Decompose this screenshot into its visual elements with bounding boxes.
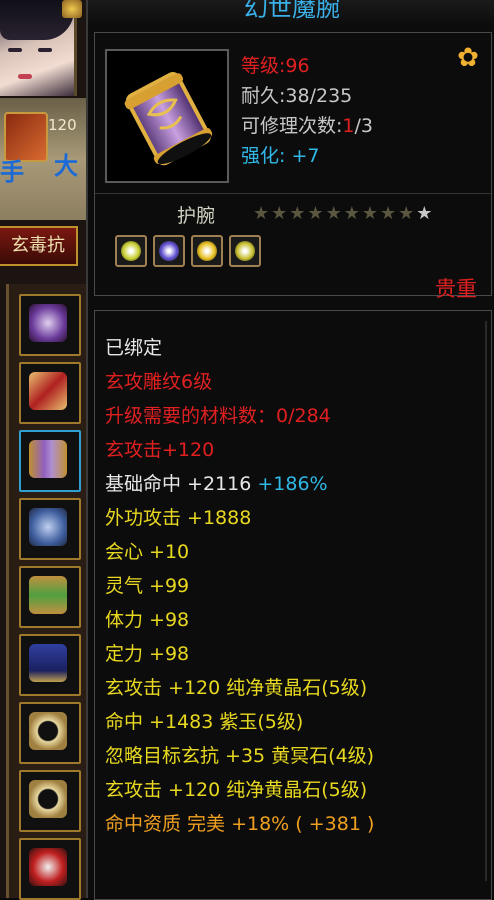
equip-slot-amulet[interactable] <box>19 838 81 900</box>
ring-icon <box>29 712 67 750</box>
equip-slot-gloves[interactable] <box>19 498 81 560</box>
aptitude-line: 命中资质 完美 +18% ( +381 ) <box>105 813 375 835</box>
bracer-icon <box>29 440 67 478</box>
target-name-right: 大 <box>54 152 78 180</box>
star-icon: ★ <box>416 203 435 224</box>
bracer-item-icon <box>124 72 213 166</box>
item-rarity: 贵重 <box>435 277 477 301</box>
equip-slot-ring-2[interactable] <box>19 770 81 832</box>
carve-level: 玄攻雕纹6级 <box>105 371 213 393</box>
belt-icon <box>29 576 67 614</box>
repair-label: 可修理次数: <box>241 115 343 137</box>
item-name: 幻世魔腕 <box>88 0 494 26</box>
item-tooltip: 幻世魔腕 等级:96 耐久:38/235 可修理次数:1/3 强化: +7 ✿ … <box>86 0 494 900</box>
gem-line-3: 忽略目标玄抗 +35 黄冥石(4级) <box>105 745 375 767</box>
star-icon: ★ <box>307 203 326 224</box>
portrait-eye-right <box>38 48 52 52</box>
enhance-value: +7 <box>291 145 320 167</box>
upgrade-requirement: 升级需要的材料数：0/284 <box>105 405 331 427</box>
portrait-lips <box>18 74 32 79</box>
gloves-icon <box>29 508 67 546</box>
star-icon: ★ <box>271 203 290 224</box>
base-hit-line: 基础命中 +2116 +186% <box>105 467 374 501</box>
item-stats-box: 已绑定 玄攻雕纹6级 升级需要的材料数：0/284 玄攻击+120 基础命中 +… <box>94 310 492 900</box>
star-rating: ★★★★★★★★★★ <box>253 203 434 224</box>
gem-line-1: 玄攻击 +120 纯净黄晶石(5级) <box>105 677 368 699</box>
left-sidebar: 120 手 大 玄毒抗 <box>0 0 89 900</box>
gem-icon <box>197 241 217 261</box>
portrait-eye-left <box>8 48 22 52</box>
item-enhance: 强化: +7 <box>241 141 373 171</box>
target-panel: 120 手 大 <box>0 98 86 220</box>
header-divider <box>95 193 491 194</box>
carve-bonus: 玄攻击+120 <box>105 439 215 461</box>
star-icon: ★ <box>343 203 362 224</box>
necklace-icon <box>29 304 67 342</box>
item-durability: 耐久:38/235 <box>241 85 353 107</box>
gem-socket[interactable] <box>153 235 185 267</box>
item-info: 等级:96 耐久:38/235 可修理次数:1/3 强化: +7 <box>241 51 373 171</box>
gem-line-4: 玄攻击 +120 纯净黄晶石(5级) <box>105 779 368 801</box>
target-level: 120 <box>48 116 77 134</box>
bound-status: 已绑定 <box>105 337 163 359</box>
item-stats: 已绑定 玄攻雕纹6级 升级需要的材料数：0/284 玄攻击+120 基础命中 +… <box>105 331 374 841</box>
star-icon: ★ <box>361 203 380 224</box>
gem-icon <box>159 241 179 261</box>
stat-focus: 定力 +98 <box>105 643 190 665</box>
equip-slot-ring-1[interactable] <box>19 702 81 764</box>
star-icon: ★ <box>253 203 272 224</box>
ring-icon <box>29 780 67 818</box>
scrollbar-track[interactable] <box>485 321 487 881</box>
item-type: 护腕 <box>177 205 216 227</box>
equip-slot-bracer[interactable] <box>19 430 81 492</box>
amulet-icon <box>29 848 67 886</box>
boots-icon <box>29 644 67 682</box>
item-repair-count: 可修理次数:1/3 <box>241 111 373 141</box>
repair-used: 1 <box>342 115 355 137</box>
stat-ext-attack: 外功攻击 +1888 <box>105 507 252 529</box>
star-icon: ★ <box>398 203 417 224</box>
stat-crit: 会心 +10 <box>105 541 190 563</box>
repair-total: /3 <box>354 115 374 137</box>
stat-spirit: 灵气 +99 <box>105 575 190 597</box>
gold-badge-icon <box>62 0 82 18</box>
base-hit-pct: +186% <box>257 473 328 495</box>
enhance-label: 强化: <box>241 145 286 167</box>
star-icon: ★ <box>289 203 308 224</box>
gem-icon <box>121 241 141 261</box>
gem-line-2: 命中 +1483 紫玉(5级) <box>105 711 304 733</box>
equip-slot-scroll[interactable] <box>19 362 81 424</box>
star-icon: ★ <box>325 203 344 224</box>
equipment-slot-column <box>6 284 89 900</box>
item-header-box: 等级:96 耐久:38/235 可修理次数:1/3 强化: +7 ✿ 护腕 ★★… <box>94 32 492 301</box>
stat-stamina: 体力 +98 <box>105 609 190 631</box>
gem-socket[interactable] <box>191 235 223 267</box>
gem-socket[interactable] <box>115 235 147 267</box>
equip-slot-boots[interactable] <box>19 634 81 696</box>
item-level: 等级:96 <box>241 55 310 77</box>
gem-socket-row <box>115 235 267 271</box>
base-hit: 基础命中 +2116 <box>105 473 252 495</box>
flame-icon: ✿ <box>457 43 479 73</box>
resist-button[interactable]: 玄毒抗 <box>0 226 78 266</box>
equip-slot-belt[interactable] <box>19 566 81 628</box>
gem-socket[interactable] <box>229 235 261 267</box>
gem-icon <box>235 241 255 261</box>
item-icon-frame <box>105 49 229 183</box>
scroll-icon <box>29 372 67 410</box>
equip-slot-necklace[interactable] <box>19 294 81 356</box>
star-icon: ★ <box>379 203 399 224</box>
target-name-left: 手 <box>0 158 24 186</box>
